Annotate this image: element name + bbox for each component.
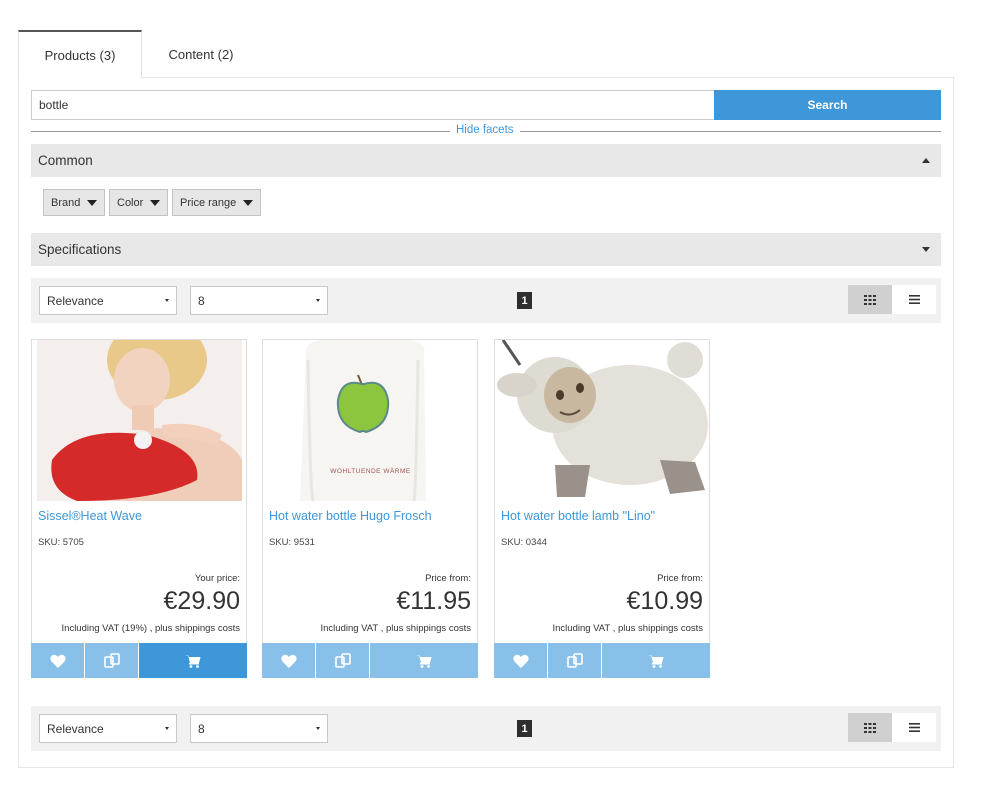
results-toolbar-bottom: Relevance 8 1 <box>31 706 941 751</box>
grid-view-button[interactable] <box>848 285 892 314</box>
add-to-cart-button[interactable] <box>370 643 478 678</box>
compare-icon <box>334 652 351 668</box>
pagination-page[interactable]: 1 <box>517 292 532 309</box>
facet-group-title: Specifications <box>38 242 122 257</box>
product-price: €11.95 <box>396 587 471 615</box>
facet-button-label: Color <box>117 196 144 209</box>
product-card[interactable]: WOHLTUENDE WÄRME Hot water bottle Hugo F… <box>262 339 478 678</box>
add-to-wishlist-button[interactable] <box>494 643 548 678</box>
vat-note: Including VAT , plus shippings costs <box>552 623 704 634</box>
list-view-button[interactable] <box>892 713 936 742</box>
heart-icon <box>280 654 297 668</box>
pagination-page[interactable]: 1 <box>517 720 532 737</box>
compare-icon <box>103 652 120 668</box>
search-button[interactable]: Search <box>714 90 941 120</box>
product-sku: SKU: 9531 <box>269 537 315 548</box>
per-page-select-value: 8 <box>198 721 205 736</box>
product-price: €29.90 <box>163 587 240 615</box>
result-tabs: Products (3) Content (2) <box>18 30 954 78</box>
sort-select-value: Relevance <box>47 721 104 736</box>
dropdown-arrow-icon <box>316 727 320 730</box>
list-icon <box>908 723 920 732</box>
tab-content[interactable]: Content (2) <box>142 30 260 78</box>
heart-icon <box>49 654 66 668</box>
product-actions <box>494 643 710 678</box>
facet-button-label: Price range <box>180 196 237 209</box>
caret-down-icon <box>243 199 254 206</box>
product-actions <box>262 643 478 678</box>
caret-down-icon <box>87 199 98 206</box>
hide-facets-link[interactable]: Hide facets <box>450 124 520 136</box>
product-name[interactable]: Sissel®Heat Wave <box>38 509 142 523</box>
cart-icon <box>185 654 201 668</box>
results-toolbar-top: Relevance 8 1 <box>31 278 941 323</box>
product-sku: SKU: 5705 <box>38 537 84 548</box>
dropdown-arrow-icon <box>316 299 320 302</box>
product-card[interactable]: Sissel®Heat Wave SKU: 5705 Your price: €… <box>31 339 247 678</box>
search-input[interactable] <box>31 90 714 120</box>
add-to-cart-button[interactable] <box>139 643 247 678</box>
grid-icon <box>864 722 876 733</box>
cart-icon <box>648 654 664 668</box>
price-range-facet-button[interactable]: Price range <box>172 189 262 216</box>
dropdown-arrow-icon <box>165 299 169 302</box>
dropdown-arrow-icon <box>165 727 169 730</box>
facet-button-label: Brand <box>51 196 81 209</box>
add-to-compare-button[interactable] <box>548 643 602 678</box>
sort-select-value: Relevance <box>47 293 104 308</box>
product-name[interactable]: Hot water bottle lamb "Lino" <box>501 509 655 523</box>
per-page-select-value: 8 <box>198 293 205 308</box>
product-sku: SKU: 0344 <box>501 537 547 548</box>
facet-group-title: Common <box>38 153 93 168</box>
product-image[interactable]: WOHLTUENDE WÄRME <box>268 340 473 501</box>
add-to-wishlist-button[interactable] <box>262 643 316 678</box>
add-to-compare-button[interactable] <box>85 643 139 678</box>
facet-group-specifications[interactable]: Specifications <box>31 233 941 266</box>
add-to-cart-button[interactable] <box>602 643 710 678</box>
product-price: €10.99 <box>626 587 703 615</box>
product-image-text: WOHLTUENDE WÄRME <box>330 468 411 475</box>
product-image[interactable] <box>37 340 242 501</box>
collapse-up-icon <box>922 158 930 163</box>
product-card[interactable]: Hot water bottle lamb "Lino" SKU: 0344 P… <box>494 339 710 678</box>
brand-facet-button[interactable]: Brand <box>43 189 106 216</box>
facet-group-common[interactable]: Common <box>31 144 941 177</box>
product-actions <box>31 643 247 678</box>
grid-icon <box>864 294 876 305</box>
vat-note: Including VAT , plus shippings costs <box>320 623 472 634</box>
add-to-compare-button[interactable] <box>316 643 370 678</box>
product-name[interactable]: Hot water bottle Hugo Frosch <box>269 509 432 523</box>
price-label: Price from: <box>657 573 703 584</box>
compare-icon <box>566 652 583 668</box>
expand-down-icon <box>922 247 930 252</box>
heart-icon <box>512 654 529 668</box>
grid-view-button[interactable] <box>848 713 892 742</box>
sort-select[interactable]: Relevance <box>39 286 177 315</box>
vat-note: Including VAT (19%) , plus shippings cos… <box>61 623 240 634</box>
price-label: Your price: <box>194 573 240 584</box>
add-to-wishlist-button[interactable] <box>31 643 85 678</box>
product-image[interactable] <box>495 340 709 501</box>
tab-products[interactable]: Products (3) <box>18 30 142 78</box>
per-page-select[interactable]: 8 <box>190 714 328 743</box>
list-view-button[interactable] <box>892 285 936 314</box>
per-page-select[interactable]: 8 <box>190 286 328 315</box>
cart-icon <box>416 654 432 668</box>
caret-down-icon <box>150 199 161 206</box>
list-icon <box>908 295 920 304</box>
color-facet-button[interactable]: Color <box>109 189 169 216</box>
sort-select[interactable]: Relevance <box>39 714 177 743</box>
price-label: Price from: <box>425 573 471 584</box>
